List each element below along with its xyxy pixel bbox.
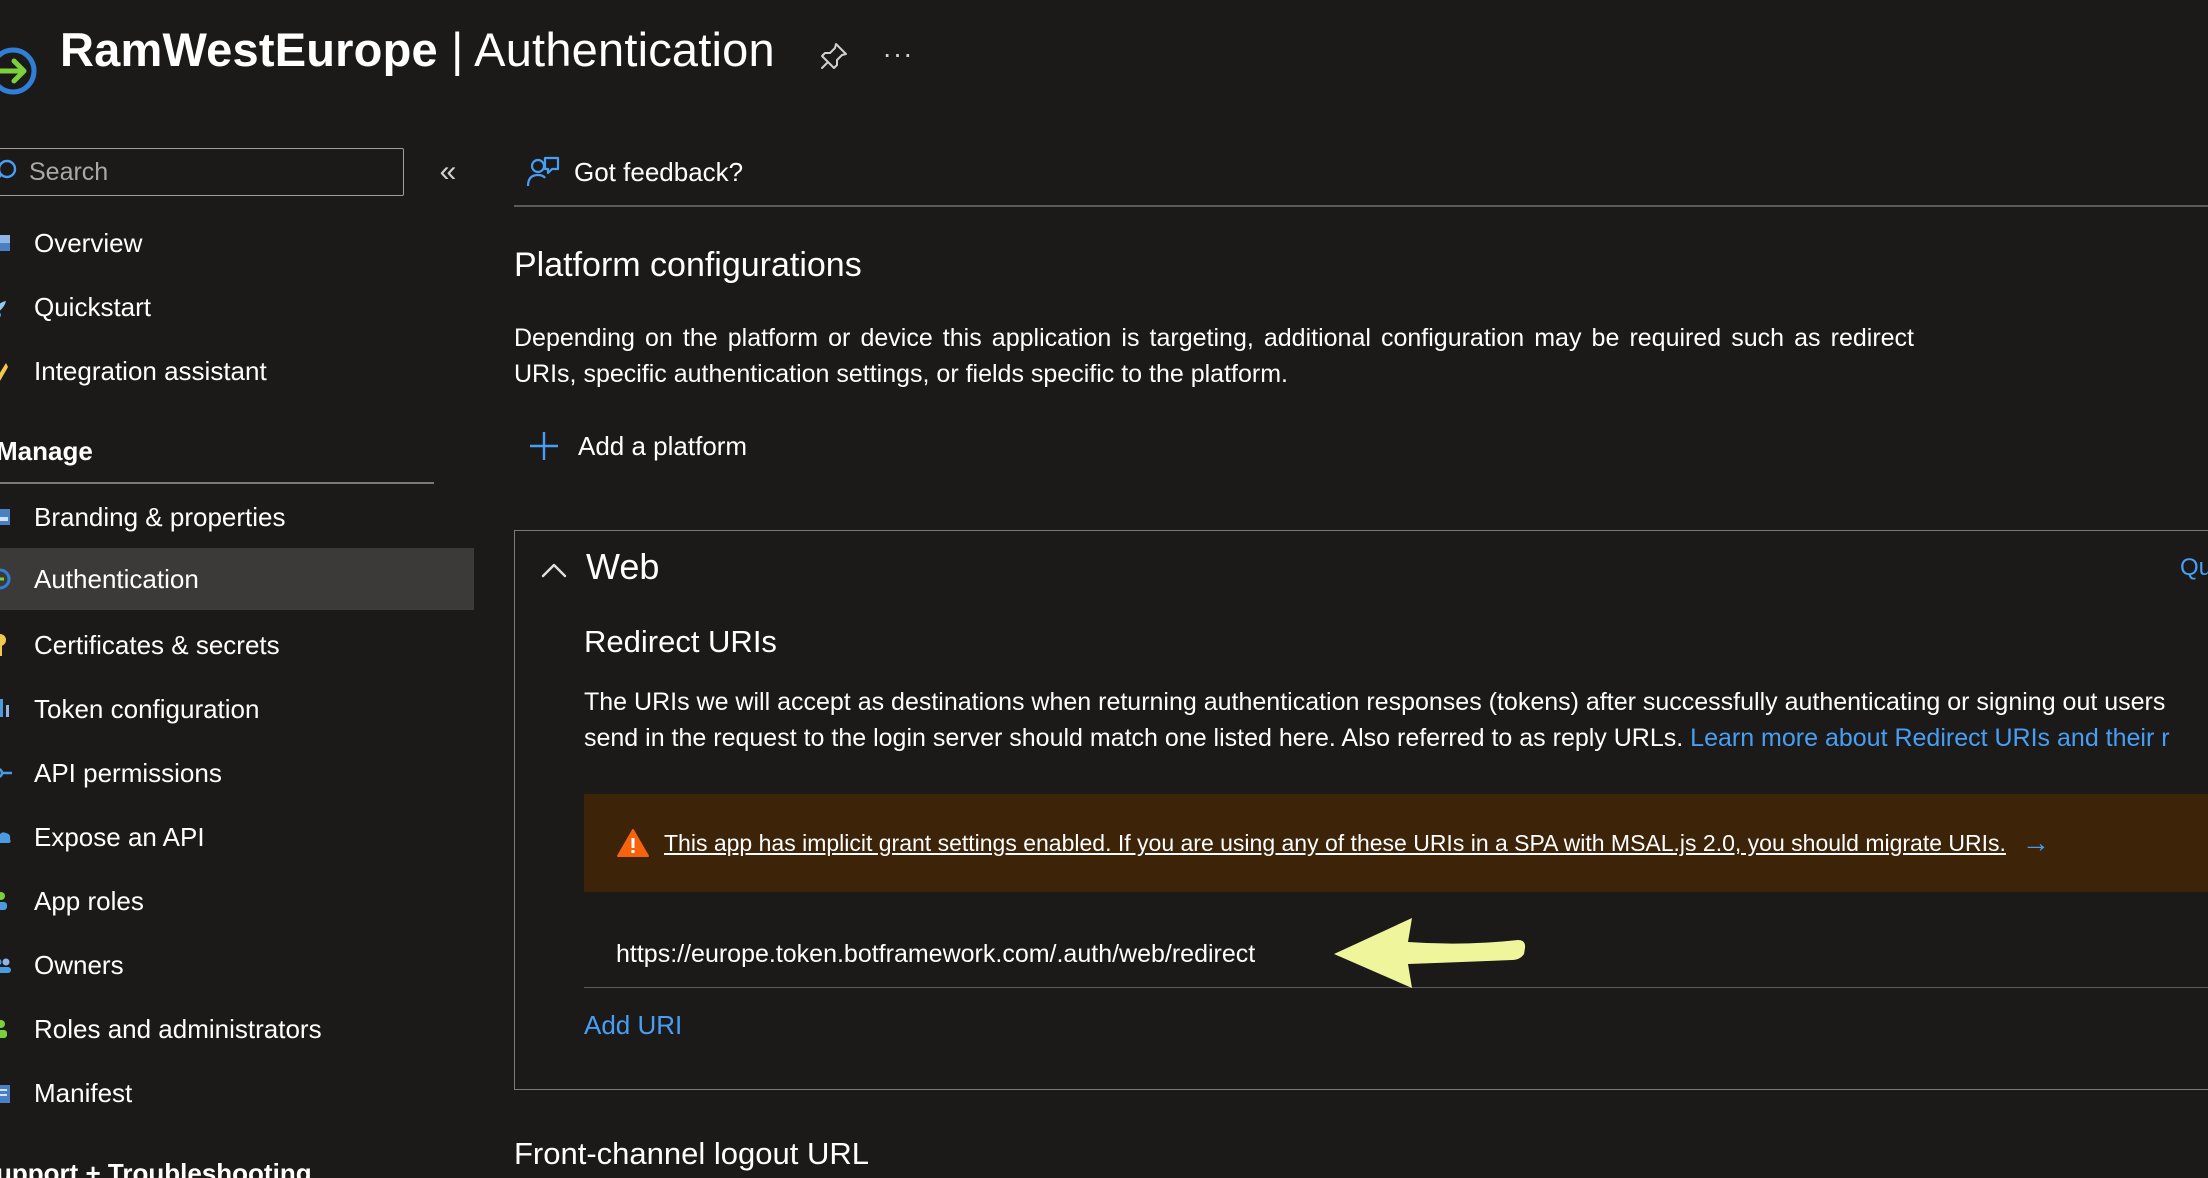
sidebar-section-divider	[0, 482, 434, 484]
sidebar-section-manage: Manage	[0, 436, 93, 466]
add-platform-button[interactable]: Add a platform	[528, 426, 747, 466]
resource-name: RamWestEurope	[60, 23, 438, 76]
sidebar-item-label: Quickstart	[34, 291, 152, 322]
search-icon	[0, 159, 17, 179]
quickstart-icon	[0, 293, 14, 321]
redirect-desc-line2: send in the request to the login server …	[584, 720, 2208, 756]
redirect-uris-heading: Redirect URIs	[584, 624, 777, 659]
sidebar-search-input[interactable]	[29, 157, 369, 187]
platform-configurations-description: Depending on the platform or device this…	[514, 324, 1914, 388]
sidebar-item-overview[interactable]: Overview	[0, 212, 474, 274]
sidebar-item-label: Overview	[34, 227, 143, 258]
pin-icon	[821, 43, 847, 69]
toolbar-divider	[514, 205, 2208, 207]
authentication-icon	[0, 565, 14, 593]
sidebar-item-label: Roles and administrators	[34, 1013, 322, 1044]
sidebar-item-label: Certificates & secrets	[34, 629, 280, 660]
api-permissions-icon	[0, 759, 14, 787]
overview-icon	[0, 229, 14, 257]
chevron-up-icon	[541, 563, 567, 578]
add-platform-label: Add a platform	[578, 430, 748, 461]
sidebar-item-app-roles[interactable]: App roles	[0, 870, 474, 932]
feedback-label: Got feedback?	[574, 156, 744, 187]
sidebar-item-expose-api[interactable]: Expose an API	[0, 806, 474, 868]
plus-icon	[530, 432, 558, 460]
manifest-icon	[0, 1079, 14, 1107]
collapse-sidebar-button[interactable]: «	[428, 152, 468, 192]
owners-icon	[0, 951, 14, 979]
sidebar-item-certificates[interactable]: Certificates & secrets	[0, 614, 474, 676]
sidebar-item-roles-administrators[interactable]: Roles and administrators	[0, 998, 474, 1060]
title-separator: |	[437, 23, 475, 76]
sidebar-item-owners[interactable]: Owners	[0, 934, 474, 996]
sidebar-item-manifest[interactable]: Manifest	[0, 1062, 474, 1124]
warning-icon	[617, 829, 649, 857]
front-channel-logout-heading: Front-channel logout URL	[514, 1136, 869, 1171]
cloud-icon	[0, 823, 14, 851]
sidebar-item-label: Authentication	[34, 563, 199, 594]
sidebar-item-authentication[interactable]: Authentication	[0, 548, 474, 610]
branding-icon	[0, 503, 14, 531]
web-collapse-toggle[interactable]	[536, 552, 572, 588]
token-icon	[0, 695, 14, 723]
platform-configurations-heading: Platform configurations	[514, 246, 862, 284]
web-quickstart-link[interactable]: Qu	[2180, 554, 2208, 582]
sidebar-item-label: App roles	[34, 885, 144, 916]
redirect-desc-line1: The URIs we will accept as destinations …	[584, 688, 2166, 716]
learn-more-redirect-link[interactable]: Learn more about Redirect URIs and their…	[1690, 724, 2169, 752]
redirect-desc-line2-text: send in the request to the login server …	[584, 724, 1684, 752]
annotation-arrow-icon	[1334, 918, 1526, 988]
sidebar-item-label: Branding & properties	[34, 501, 286, 532]
add-uri-link[interactable]: Add URI	[584, 1010, 682, 1041]
sidebar-item-api-permissions[interactable]: API permissions	[0, 742, 474, 804]
sidebar-search-box[interactable]	[0, 148, 404, 196]
feedback-icon	[526, 156, 560, 187]
pin-button[interactable]	[814, 36, 854, 76]
sidebar-item-quickstart[interactable]: Quickstart	[0, 276, 474, 338]
sidebar-item-label: Manifest	[34, 1077, 133, 1108]
sidebar-item-label: Integration assistant	[34, 355, 267, 386]
implicit-grant-warning-banner: This app has implicit grant settings ena…	[584, 794, 2208, 892]
redirect-uris-description: The URIs we will accept as destinations …	[584, 684, 2208, 756]
feedback-button[interactable]: Got feedback?	[526, 150, 743, 194]
web-platform-title: Web	[586, 546, 660, 587]
roles-icon	[0, 1015, 14, 1043]
sidebar-item-label: Owners	[34, 949, 124, 980]
key-icon	[0, 631, 14, 659]
implicit-grant-warning-link[interactable]: This app has implicit grant settings ena…	[664, 830, 2006, 857]
sidebar-section-support: upport + Troubleshooting	[0, 1158, 312, 1178]
sidebar-item-label: API permissions	[34, 757, 222, 788]
app-registration-logo-icon	[0, 47, 37, 95]
sidebar-item-branding[interactable]: Branding & properties	[0, 486, 474, 548]
arrow-right-icon[interactable]: →	[2022, 827, 2050, 859]
blade-name: Authentication	[474, 23, 775, 76]
breadcrumb-fragment	[300, 0, 820, 2]
redirect-uri-value[interactable]: https://europe.token.botframework.com/.a…	[616, 940, 1255, 969]
page-title: RamWestEurope | Authentication	[60, 22, 775, 77]
sidebar-item-label: Token configuration	[34, 693, 260, 724]
app-roles-icon	[0, 887, 14, 915]
sidebar-item-integration-assistant[interactable]: Integration assistant	[0, 340, 474, 402]
more-options-button[interactable]: ···	[878, 34, 918, 74]
rocket-icon	[0, 357, 14, 385]
sidebar-item-token-configuration[interactable]: Token configuration	[0, 678, 474, 740]
sidebar-item-label: Expose an API	[34, 821, 205, 852]
